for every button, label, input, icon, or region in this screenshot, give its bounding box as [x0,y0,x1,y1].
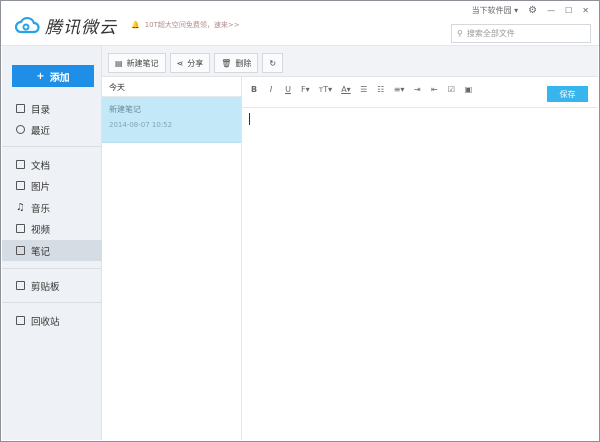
clock-icon [16,125,25,134]
promo-notice[interactable]: 🔔 10T超大空间免费领，速来>> [131,20,240,30]
trash-icon: 🗑 [221,58,232,68]
sidebar-item-directory[interactable]: 目录 [2,98,102,119]
refresh-button[interactable]: ↻ [262,53,284,73]
divider [2,268,102,269]
indent-button[interactable]: ⇥ [413,85,421,94]
align-button[interactable]: ≡▾ [394,85,405,94]
delete-button[interactable]: 🗑 删除 [214,53,259,73]
share-label: 分享 [187,58,204,68]
sidebar-item-clipboard[interactable]: 剪贴板 [2,275,102,296]
settings-gear-icon[interactable]: ⚙ [528,5,537,16]
save-button[interactable]: 保存 [547,86,588,102]
directory-icon [16,104,25,113]
new-note-button[interactable]: ▤ 新建笔记 [108,53,166,73]
bold-button[interactable]: B [250,85,258,94]
divider [2,302,102,303]
new-note-icon: ▤ [115,58,123,68]
italic-button[interactable]: I [267,85,275,94]
share-icon: ⋖ [176,58,184,68]
format-toolbar: B I U F▾ тT▾ A▾ ☰ ☷ ≡▾ ⇥ ⇤ ☑ ▣ [250,85,472,94]
maximize-button[interactable]: ☐ [565,6,572,15]
sidebar-item-label: 目录 [31,104,51,116]
refresh-icon: ↻ [269,58,277,68]
search-icon: ⚲ [457,29,463,38]
numbered-list-button[interactable]: ☷ [377,85,385,94]
note-editor[interactable]: B I U F▾ тT▾ A▾ ☰ ☷ ≡▾ ⇥ ⇤ ☑ ▣ 保存 [242,77,598,440]
sidebar-item-label: 剪贴板 [31,281,60,293]
search-input[interactable]: ⚲ 搜索全部文件 [451,24,591,43]
sidebar-item-documents[interactable]: 文档 [2,154,102,175]
font-size-button[interactable]: тT▾ [319,85,333,94]
app-window: 腾讯微云 🔔 10T超大空间免费领，速来>> 当下软件园 ▾ ⚙ — ☐ ✕ ⚲ 搜… [0,0,600,442]
logo: 腾讯微云 [15,13,117,38]
picture-icon [16,181,25,190]
clipboard-icon [16,281,25,290]
toolbar: ▤ 新建笔记 ⋖ 分享 🗑 删除 ↻ [102,46,598,77]
sidebar-item-recent[interactable]: 最近 [2,119,102,140]
divider [2,146,102,147]
add-label: 添加 [49,72,70,84]
sidebar-item-label: 最近 [31,125,51,137]
add-button[interactable]: + 添加 [12,65,94,87]
new-note-label: 新建笔记 [126,58,159,68]
sidebar-item-label: 笔记 [31,246,51,258]
music-icon: ♫ [16,202,25,213]
sidebar-item-label: 文档 [31,160,51,172]
cloud-logo-icon [15,16,40,33]
sidebar-item-label: 视频 [31,224,51,236]
note-item[interactable]: 新建笔记 2014-08-07 10:52 [102,97,241,143]
font-button[interactable]: F▾ [301,85,310,94]
sidebar-item-label: 图片 [31,181,51,193]
app-title: 腾讯微云 [45,18,117,38]
document-icon [16,160,25,169]
note-title: 新建笔记 [109,105,141,114]
sidebar-item-video[interactable]: 视频 [2,218,102,239]
video-icon [16,224,25,233]
note-icon [16,246,25,255]
sidebar-item-notes[interactable]: 笔记 [2,240,102,261]
minimize-button[interactable]: — [547,6,555,15]
source-dropdown[interactable]: 当下软件园 ▾ [472,5,519,16]
note-list: 今天 新建笔记 2014-08-07 10:52 [102,77,242,440]
outdent-button[interactable]: ⇤ [430,85,438,94]
share-button[interactable]: ⋖ 分享 [169,53,211,73]
bell-icon: 🔔 [131,21,140,29]
bullet-list-button[interactable]: ☰ [360,85,368,94]
font-color-button[interactable]: A▾ [341,85,351,94]
underline-button[interactable]: U [284,85,292,94]
checkbox-button[interactable]: ☑ [447,85,455,94]
sidebar-item-label: 回收站 [31,316,60,328]
promo-text[interactable]: 10T超大空间免费领，速来>> [145,20,240,30]
sidebar-item-music[interactable]: ♫ 音乐 [2,197,102,218]
sidebar-item-pictures[interactable]: 图片 [2,175,102,196]
source-label: 当下软件园 [471,6,512,15]
sidebar-item-trash[interactable]: 回收站 [2,310,102,331]
header: 腾讯微云 🔔 10T超大空间免费领，速来>> 当下软件园 ▾ ⚙ — ☐ ✕ ⚲ 搜… [1,1,599,46]
sidebar: + 添加 目录 最近 文档 图片 ♫ 音乐 视频 笔记 剪贴板 回收站 [2,46,102,440]
search-placeholder: 搜索全部文件 [466,29,515,38]
delete-label: 删除 [235,58,252,68]
trash-icon [16,316,25,325]
sidebar-item-label: 音乐 [31,203,51,215]
divider [242,107,598,108]
text-caret [249,113,250,125]
group-header: 今天 [102,77,241,97]
note-date: 2014-08-07 10:52 [109,121,173,129]
plus-icon: + [36,70,45,82]
insert-image-button[interactable]: ▣ [464,85,473,94]
close-button[interactable]: ✕ [582,6,589,15]
